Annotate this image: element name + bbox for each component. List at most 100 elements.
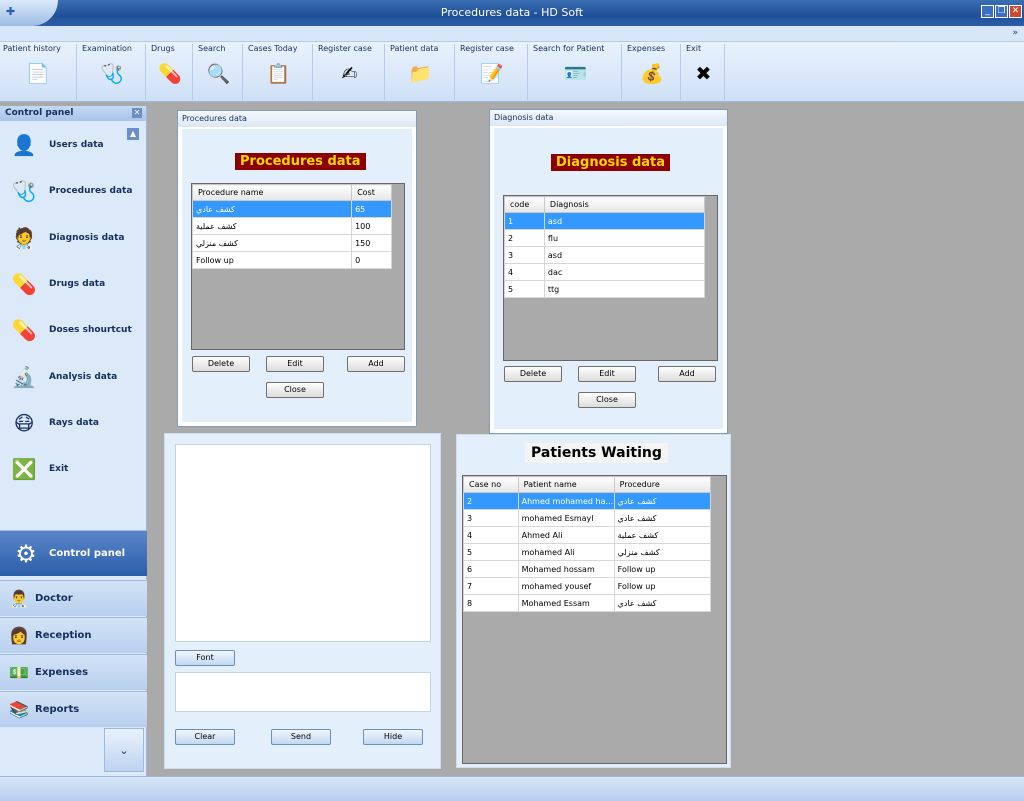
procedures-add-button[interactable]: Add bbox=[347, 356, 405, 372]
control-panel-item-icon: 🩺 bbox=[11, 179, 37, 204]
control-panel-item-4[interactable]: 💊 Doses shourtcut bbox=[10, 316, 132, 344]
column-header[interactable]: Cost bbox=[351, 184, 392, 201]
toolbar-5-icon[interactable]: ✍ bbox=[337, 61, 363, 87]
table-row[interactable]: 4 dac bbox=[504, 263, 706, 281]
restore-button[interactable]: ❐ bbox=[995, 5, 1008, 18]
toolbar-label: Search for Patient bbox=[533, 44, 605, 53]
toolbar-group-8: Search for Patient 🪪 bbox=[530, 44, 622, 100]
patients-waiting-grid[interactable]: Case no Patient name Procedure 2 Ahmed moham… bbox=[462, 475, 727, 764]
toolbar-4-icon[interactable]: 📋 bbox=[266, 61, 292, 87]
toolbar-group-7: Register case 📝 bbox=[457, 44, 528, 100]
toolbar-0-icon[interactable]: 📄 bbox=[25, 61, 51, 87]
toolbar-label: Patient history bbox=[3, 44, 61, 53]
nav-icon: 👩 bbox=[9, 626, 29, 645]
toolbar-label: Drugs bbox=[151, 44, 175, 53]
table-row[interactable]: كشف عادي 65 bbox=[191, 200, 392, 218]
hide-button[interactable]: Hide bbox=[363, 729, 423, 745]
diagnosis-delete-button[interactable]: Delete bbox=[504, 366, 562, 382]
table-row[interactable]: 1 asd bbox=[504, 212, 706, 230]
control-panel-item-1[interactable]: 🩺 Procedures data bbox=[10, 177, 133, 205]
toolbar-8-icon[interactable]: 🪪 bbox=[563, 61, 589, 87]
column-header[interactable]: Diagnosis bbox=[543, 196, 706, 213]
control-panel-item-2[interactable]: 🧑‍⚕️ Diagnosis data bbox=[10, 224, 125, 252]
toolbar-3-icon[interactable]: 🔍 bbox=[206, 61, 232, 87]
clear-button[interactable]: Clear bbox=[175, 729, 235, 745]
column-header[interactable]: Procedure name bbox=[191, 184, 353, 201]
table-cell: كشف عادي bbox=[613, 492, 712, 510]
table-row[interactable]: 8 Mohamed Essam كشف عادي bbox=[463, 594, 712, 612]
table-cell: mohamed Esmayl bbox=[517, 509, 615, 527]
table-row[interactable]: 7 mohamed yousef Follow up bbox=[463, 577, 712, 595]
table-row[interactable]: 5 mohamed Ali كشف منزلي bbox=[463, 543, 712, 561]
nav-button-2[interactable]: 👩 Reception bbox=[0, 617, 147, 653]
control-panel-close-icon[interactable]: ✕ bbox=[132, 108, 142, 118]
table-row[interactable]: 5 ttg bbox=[504, 280, 706, 298]
table-row[interactable]: 2 flu bbox=[504, 229, 706, 247]
diagnosis-add-button[interactable]: Add bbox=[658, 366, 716, 382]
procedures-grid[interactable]: Procedure name Cost كشف عادي 65 كشف عملية 100… bbox=[191, 183, 405, 350]
table-row[interactable]: 3 mohamed Esmayl كشف عادي bbox=[463, 509, 712, 527]
chat-input-field[interactable] bbox=[175, 672, 431, 712]
column-header[interactable]: Procedure bbox=[613, 476, 712, 493]
table-row[interactable]: 6 Mohamed hossam Follow up bbox=[463, 560, 712, 578]
control-panel-item-7[interactable]: ❎ Exit bbox=[10, 455, 69, 483]
toolbar-label: Exit bbox=[686, 44, 702, 53]
procedures-delete-button[interactable]: Delete bbox=[192, 356, 250, 372]
column-header[interactable]: code bbox=[504, 196, 545, 213]
toolbar-group-4: Cases Today 📋 bbox=[245, 44, 313, 100]
table-cell: mohamed Ali bbox=[517, 543, 615, 561]
nav-label: Reception bbox=[35, 630, 92, 641]
table-row[interactable]: Follow up 0 bbox=[191, 251, 392, 269]
table-row[interactable]: 3 asd bbox=[504, 246, 706, 264]
table-row[interactable]: كشف منزلي 150 bbox=[191, 234, 392, 252]
table-cell: 3 bbox=[504, 246, 545, 264]
nav-more-chevron-icon[interactable]: ⌄ bbox=[104, 728, 144, 772]
toolbar-2-icon[interactable]: 💊 bbox=[157, 61, 183, 87]
toolbar-group-3: Search 🔍 bbox=[195, 44, 243, 100]
control-panel-item-6[interactable]: 😷 Rays data bbox=[10, 409, 99, 437]
font-button[interactable]: Font bbox=[175, 650, 235, 666]
toolbar-label: Patient data bbox=[390, 44, 439, 53]
control-panel-item-label: Procedures data bbox=[49, 186, 133, 197]
table-row[interactable]: 4 Ahmed Ali كشف عملية bbox=[463, 526, 712, 544]
nav-button-1[interactable]: 👨‍⚕️ Doctor bbox=[0, 580, 147, 616]
table-cell: Mohamed hossam bbox=[517, 560, 615, 578]
diagnosis-close-button[interactable]: Close bbox=[578, 392, 636, 408]
procedures-edit-button[interactable]: Edit bbox=[266, 356, 324, 372]
table-cell: 6 bbox=[463, 560, 519, 578]
minimize-button[interactable]: _ bbox=[981, 5, 994, 18]
toolbar-7-icon[interactable]: 📝 bbox=[479, 61, 505, 87]
status-bar bbox=[0, 776, 1024, 801]
column-header[interactable]: Case no bbox=[463, 476, 519, 493]
toolbar-10-icon[interactable]: ✖ bbox=[691, 61, 717, 87]
toolbar-9-icon[interactable]: 💰 bbox=[639, 61, 665, 87]
toolbar-6-icon[interactable]: 📁 bbox=[408, 61, 434, 87]
column-header[interactable]: Patient name bbox=[517, 476, 615, 493]
table-row[interactable]: 2 Ahmed mohamed ha... كشف عادي bbox=[463, 492, 712, 510]
nav-label: Reports bbox=[35, 704, 80, 715]
control-panel-item-0[interactable]: 👤 Users data bbox=[10, 131, 104, 159]
panel-scroll-up-icon[interactable]: ▲ bbox=[127, 128, 139, 140]
close-window-button[interactable]: ✕ bbox=[1009, 5, 1022, 18]
diagnosis-edit-button[interactable]: Edit bbox=[578, 366, 636, 382]
control-panel-item-5[interactable]: 🔬 Analysis data bbox=[10, 363, 118, 391]
nav-button-0[interactable]: ⚙ Control panel bbox=[0, 530, 147, 576]
ribbon-collapse-button[interactable]: » bbox=[1012, 28, 1018, 38]
control-panel-item-icon: 🧑‍⚕️ bbox=[11, 225, 37, 250]
table-cell: Follow up bbox=[191, 251, 353, 269]
control-panel-item-label: Rays data bbox=[49, 417, 99, 428]
table-row[interactable]: كشف عملية 100 bbox=[191, 217, 392, 235]
control-panel-item-3[interactable]: 💊 Drugs data bbox=[10, 270, 106, 298]
toolbar-label: Expenses bbox=[627, 44, 666, 53]
procedures-close-button[interactable]: Close bbox=[266, 382, 324, 398]
table-cell: asd bbox=[543, 212, 706, 230]
title-bar: ✚ Procedures data - HD Soft _ ❐ ✕ bbox=[0, 0, 1024, 26]
table-header-row: Procedure name Cost bbox=[191, 184, 392, 201]
diagnosis-grid[interactable]: code Diagnosis 1 asd 2 flu 3 asd 4 dac 5 ttg bbox=[503, 195, 718, 361]
send-button[interactable]: Send bbox=[271, 729, 331, 745]
nav-button-4[interactable]: 📚 Reports bbox=[0, 691, 147, 727]
control-panel-item-icon: ❎ bbox=[11, 457, 37, 482]
chat-messages-area[interactable] bbox=[175, 444, 431, 642]
nav-button-3[interactable]: 💵 Expenses bbox=[0, 654, 147, 690]
toolbar-1-icon[interactable]: 🩺 bbox=[99, 61, 125, 87]
